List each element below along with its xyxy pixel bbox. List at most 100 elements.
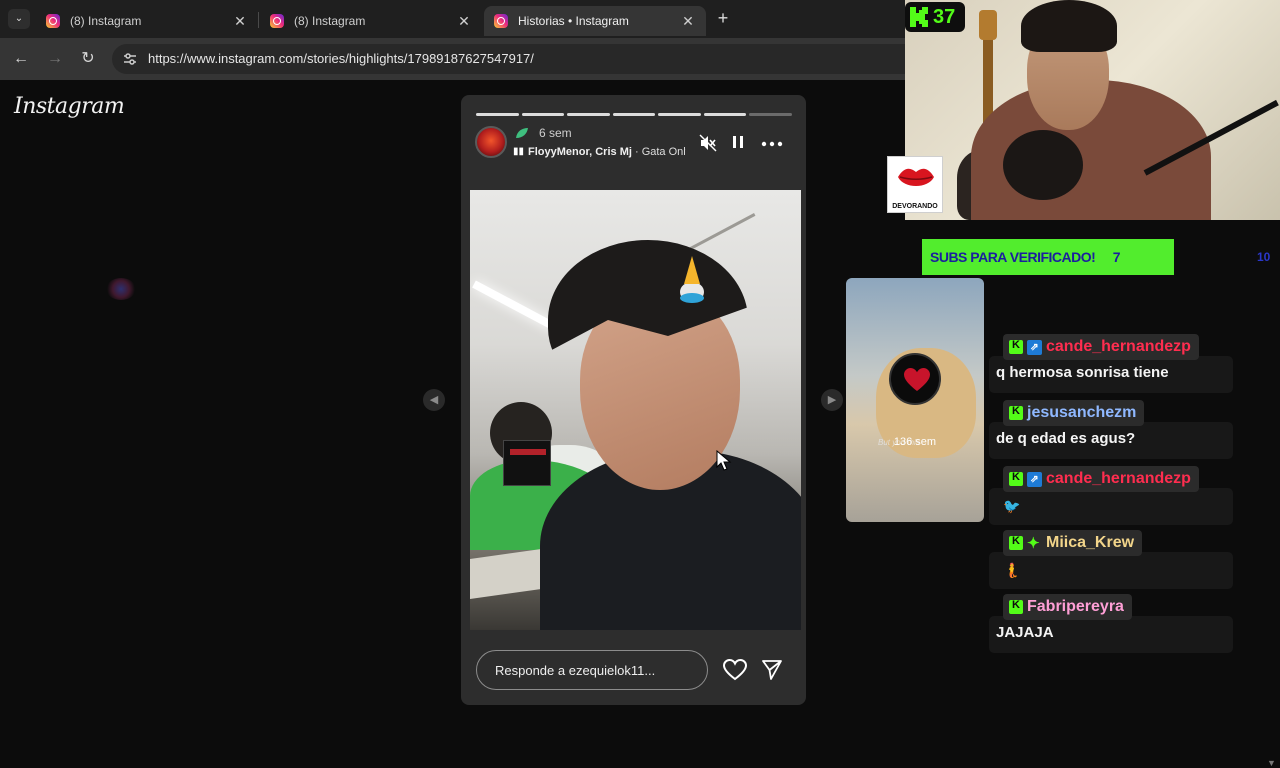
browser-toolbar: ← → ↻ https://www.instagram.com/stories/… <box>0 38 912 80</box>
close-tab-icon[interactable]: ✕ <box>232 13 248 30</box>
close-tab-icon[interactable]: ✕ <box>680 13 696 30</box>
progress-segment <box>658 113 701 116</box>
goal-count: 7 <box>1112 249 1121 265</box>
mute-icon[interactable] <box>697 133 719 155</box>
chat-username-pill[interactable]: Fabripereyra <box>1003 594 1132 620</box>
next-story-arrow-icon[interactable]: ▶ <box>821 389 843 411</box>
goal-label: SUBS PARA VERIFICADO! <box>930 249 1096 265</box>
chat-text: de q edad es agus? <box>996 430 1136 447</box>
chat-emote: 🧜 <box>1003 562 1021 578</box>
close-tab-icon[interactable]: ✕ <box>456 13 472 30</box>
progress-segment <box>521 113 565 116</box>
kick-logo-icon <box>910 7 928 27</box>
instagram-favicon-icon <box>46 14 60 28</box>
kiss-lips-icon <box>898 168 934 186</box>
heart-icon[interactable] <box>723 659 747 681</box>
music-sticker[interactable] <box>503 440 551 486</box>
microphone-pop-filter <box>1003 130 1083 200</box>
browser-tab-strip: ⌄ (8) Instagram ✕ (8) Instagram ✕ Histor… <box>0 0 905 38</box>
next-story-timestamp: 136 sem <box>893 436 937 448</box>
new-tab-button[interactable]: + <box>714 8 732 29</box>
kick-badge-icon <box>1009 471 1023 486</box>
cartoon-character-sticker-icon <box>680 256 704 303</box>
story-progress-bar <box>476 113 793 116</box>
chat-message: ⇗ cande_hernandezp 🐦 <box>989 466 1233 525</box>
chat-username: cande_hernandezp <box>1046 338 1191 355</box>
back-arrow-icon[interactable]: ← <box>11 49 31 69</box>
devorando-label: DEVORANDO <box>892 203 938 210</box>
chat-username: jesusanchezm <box>1027 404 1137 421</box>
reload-icon[interactable]: ↻ <box>78 49 98 69</box>
story-author-avatar[interactable] <box>475 126 507 158</box>
streamer-webcam: 37 <box>905 0 1280 220</box>
devorando-sticker: DEVORANDO <box>887 156 943 213</box>
tab-title: Historias • Instagram <box>518 14 629 28</box>
chat-emote: 🐦 <box>1003 498 1021 514</box>
story-photo[interactable] <box>470 190 801 630</box>
pause-icon[interactable] <box>727 133 749 155</box>
url-text: https://www.instagram.com/stories/highli… <box>148 51 534 66</box>
kick-badge-icon <box>1009 339 1023 354</box>
progress-segment <box>749 113 793 116</box>
send-icon[interactable] <box>761 659 783 681</box>
guitar-head <box>979 10 997 40</box>
mouse-cursor-icon <box>716 450 732 471</box>
chat-text: q hermosa sonrisa tiene <box>996 364 1169 381</box>
instagram-favicon-icon <box>270 14 284 28</box>
chat-message: ✦ Miica_Krew 🧜 <box>989 530 1233 589</box>
tab-search-dropdown-icon[interactable]: ⌄ <box>8 9 30 29</box>
kick-viewer-counter: 37 <box>905 2 965 32</box>
next-story-avatar[interactable] <box>889 353 941 405</box>
tab-title: (8) Instagram <box>294 14 366 28</box>
viewer-count: 37 <box>933 5 956 28</box>
chat-username-pill[interactable]: ✦ Miica_Krew <box>1003 530 1143 556</box>
streamer-hair <box>1021 0 1117 52</box>
ceiling-lamp <box>472 280 560 333</box>
subscriber-badge-icon: ⇗ <box>1027 471 1042 487</box>
chat-username: cande_hernandezp <box>1046 470 1191 487</box>
tab-title: (8) Instagram <box>70 14 142 28</box>
chat-username: Fabripereyra <box>1027 598 1124 615</box>
story-viewer[interactable]: 6 sem ▮▮ FloyyMenor, Cris Mj · Gata Only <box>461 95 806 705</box>
browser-tab-1[interactable]: (8) Instagram ✕ <box>36 6 258 36</box>
browser-tab-3-active[interactable]: Historias • Instagram ✕ <box>484 6 706 36</box>
reply-input[interactable]: Responde a ezequielok11... <box>476 650 708 690</box>
browser-tab-2[interactable]: (8) Instagram ✕ <box>260 6 482 36</box>
progress-segment <box>612 113 656 116</box>
chat-message: ⇗ cande_hernandezp q hermosa sonrisa tie… <box>989 334 1233 393</box>
chat-message-background <box>989 552 1233 589</box>
site-settings-icon[interactable] <box>122 51 138 67</box>
chat-message-background <box>989 488 1233 525</box>
chat-message: Fabripereyra JAJAJA <box>989 594 1233 653</box>
progress-segment <box>703 113 747 116</box>
address-bar[interactable]: https://www.instagram.com/stories/highli… <box>112 44 912 74</box>
heart-logo-icon <box>904 368 930 391</box>
kick-badge-icon <box>1009 599 1023 614</box>
chat-username-pill[interactable]: ⇗ cande_hernandezp <box>1003 334 1199 360</box>
instagram-logo[interactable]: Instagram <box>14 94 125 119</box>
blurred-previous-story-icon <box>106 278 136 300</box>
chat-username-pill[interactable]: jesusanchezm <box>1003 400 1145 426</box>
leaf-badge-icon <box>516 128 528 138</box>
story-music-label[interactable]: FloyyMenor, Cris Mj · Gata Only <box>528 146 686 158</box>
forward-arrow-icon[interactable]: → <box>45 49 65 69</box>
goal-target: 10 <box>1257 250 1271 264</box>
kick-badge-icon <box>1009 535 1023 550</box>
chat-message: jesusanchezm de q edad es agus? <box>989 400 1233 459</box>
pause-bars-icon <box>733 136 743 148</box>
instagram-favicon-icon <box>494 14 508 28</box>
chat-username-pill[interactable]: ⇗ cande_hernandezp <box>1003 466 1199 492</box>
subs-goal-banner: SUBS PARA VERIFICADO! 7 <box>922 239 1174 275</box>
story-timestamp: 6 sem <box>539 126 572 140</box>
chat-username: Miica_Krew <box>1046 534 1135 551</box>
progress-segment <box>476 113 519 116</box>
more-options-icon[interactable] <box>761 133 783 155</box>
next-story-preview[interactable]: But you this 136 sem <box>846 278 984 522</box>
speaker-muted-icon <box>699 134 717 152</box>
progress-segment <box>567 113 610 116</box>
tab-divider <box>258 12 259 28</box>
scroll-down-arrow-icon[interactable]: ▼ <box>1267 758 1276 768</box>
ellipsis-icon <box>761 141 783 147</box>
music-artists: FloyyMenor, Cris Mj <box>528 146 632 158</box>
previous-story-arrow-icon[interactable]: ◀ <box>423 389 445 411</box>
